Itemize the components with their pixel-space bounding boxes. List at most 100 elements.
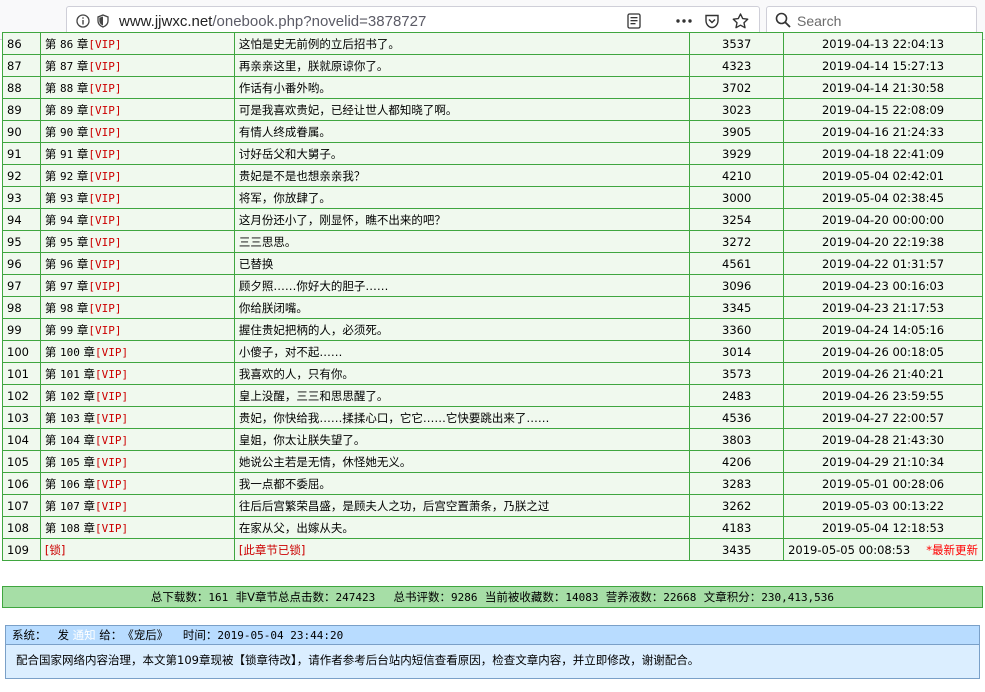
reader-view-icon[interactable] [625,12,643,30]
chapter-label[interactable]: 第 96 章[VIP] [39,252,235,275]
chapter-title[interactable]: 握住贵妃把柄的人，必须死。 [233,318,691,341]
chapter-title[interactable]: 已替换 [233,252,691,275]
chapter-word-count: 4536 [689,406,785,429]
chapter-label[interactable]: 第 93 章[VIP] [39,186,235,209]
chapter-label[interactable]: 第 100 章[VIP] [39,340,235,363]
chapter-title[interactable]: 再亲亲这里，朕就原谅你了。 [233,54,691,77]
chapter-label[interactable]: 第 101 章[VIP] [39,362,235,385]
more-actions-icon[interactable] [675,12,693,30]
chapter-index: 104 [2,428,41,451]
chapter-row: 93 第 93 章[VIP] 将军，你放肆了。 3000 2019-05-04 02:3… [2,186,983,209]
vip-tag[interactable]: [VIP] [88,214,121,227]
locked-chapter-title[interactable]: [此章节已锁] [233,538,691,561]
chapter-label[interactable]: 第 94 章[VIP] [39,208,235,231]
vip-tag[interactable]: [VIP] [88,192,121,205]
chapter-label[interactable]: 第 88 章[VIP] [39,76,235,99]
chapter-label[interactable]: 第 99 章[VIP] [39,318,235,341]
chapter-title[interactable]: 将军，你放肆了。 [233,186,691,209]
chapter-title[interactable]: 小傻子，对不起…… [233,340,691,363]
vip-tag[interactable]: [VIP] [88,38,121,51]
chapter-title[interactable]: 可是我喜欢贵妃，已经让世人都知晓了啊。 [233,98,691,121]
vip-tag[interactable]: [VIP] [95,368,128,381]
chapter-row: 102 第 102 章[VIP] 皇上没醒，三三和思思醒了。 2483 2019-04-… [2,384,983,407]
chapter-index: 101 [2,362,41,385]
chapter-title[interactable]: 有情人终成眷属。 [233,120,691,143]
chapter-word-count-text: 4183 [722,520,752,535]
chapter-label[interactable]: 第 102 章[VIP] [39,384,235,407]
permissions-icon[interactable] [95,13,111,29]
info-icon[interactable] [75,13,91,29]
chapter-index: 103 [2,406,41,429]
chapter-title[interactable]: 在家从父，出嫁从夫。 [233,516,691,539]
chapter-title[interactable]: 讨好岳父和大舅子。 [233,142,691,165]
vip-tag[interactable]: [VIP] [88,104,121,117]
vip-tag[interactable]: [VIP] [88,280,121,293]
vip-tag[interactable]: [VIP] [88,148,121,161]
vip-tag[interactable]: [VIP] [88,126,121,139]
chapter-title[interactable]: 我一点都不委屈。 [233,472,691,495]
vip-tag[interactable]: [VIP] [88,302,121,315]
chapter-label[interactable]: 第 97 章[VIP] [39,274,235,297]
pocket-icon[interactable] [703,12,721,30]
vip-tag[interactable]: [VIP] [95,456,128,469]
chapter-suffix: 章 [76,278,89,293]
chapter-label[interactable]: 第 103 章[VIP] [39,406,235,429]
chapter-suffix: 章 [76,58,89,73]
vip-tag[interactable]: [VIP] [88,324,121,337]
vip-tag[interactable]: [VIP] [88,258,121,271]
downloads-label: 总下载数： [150,590,209,604]
chapter-title[interactable]: 我喜欢的人，只有你。 [233,362,691,385]
chapter-number: 88 [60,81,74,95]
chapter-label[interactable]: 第 105 章[VIP] [39,450,235,473]
chapter-number: 99 [60,323,74,337]
chapter-index-text: 91 [7,146,22,161]
vip-tag[interactable]: [VIP] [95,478,128,491]
chapter-title[interactable]: 皇姐，你太让朕失望了。 [233,428,691,451]
vip-tag[interactable]: [VIP] [95,390,128,403]
chapter-word-count: 3345 [689,296,785,319]
chapter-title[interactable]: 你给朕闭嘴。 [233,296,691,319]
chapter-title-text: 往后后宫繁荣昌盛，是顾夫人之功，后宫空置萧条，乃朕之过 [238,498,550,513]
locked-chapter-label[interactable]: [锁] [39,538,235,561]
chapter-title[interactable]: 作话有小番外哟。 [233,76,691,99]
chapter-label[interactable]: 第 106 章[VIP] [39,472,235,495]
chapter-label[interactable]: 第 107 章[VIP] [39,494,235,517]
chapter-title[interactable]: 皇上没醒，三三和思思醒了。 [233,384,691,407]
vip-tag[interactable]: [VIP] [88,236,121,249]
chapter-label[interactable]: 第 98 章[VIP] [39,296,235,319]
chapter-label[interactable]: 第 87 章[VIP] [39,54,235,77]
chapter-label[interactable]: 第 86 章[VIP] [39,32,235,55]
chapter-title[interactable]: 她说公主若是无情，休怪她无义。 [233,450,691,473]
search-input[interactable]: Search [797,13,841,29]
chapter-title[interactable]: 这怕是史无前例的立后招书了。 [233,32,691,55]
vip-tag[interactable]: [VIP] [95,500,128,513]
chapter-label[interactable]: 第 108 章[VIP] [39,516,235,539]
url-text[interactable]: www.jjwxc.net/onebook.php?novelid=387872… [119,13,426,30]
chapter-title[interactable]: 往后后宫繁荣昌盛，是顾夫人之功，后宫空置萧条，乃朕之过 [233,494,691,517]
chapter-title[interactable]: 这月份还小了，刚显怀，瞧不出来的吧？ [233,208,691,231]
vip-tag[interactable]: [VIP] [95,412,128,425]
vip-tag[interactable]: [VIP] [88,82,121,95]
chapter-label[interactable]: 第 91 章[VIP] [39,142,235,165]
chapter-publish-time: 2019-04-26 21:40:21 [783,362,983,385]
vip-tag[interactable]: [VIP] [95,346,128,359]
chapter-label[interactable]: 第 89 章[VIP] [39,98,235,121]
chapter-index-text: 96 [7,256,22,271]
chapter-label[interactable]: 第 104 章[VIP] [39,428,235,451]
chapter-title[interactable]: 贵妃，你快给我……揉揉心口，它它……它快要跳出来了…… [233,406,691,429]
chapter-word-count: 4206 [689,450,785,473]
chapter-title[interactable]: 顾夕照……你好大的胆子…… [233,274,691,297]
chapter-label[interactable]: 第 95 章[VIP] [39,230,235,253]
vip-tag[interactable]: [VIP] [95,522,128,535]
chapter-title[interactable]: 贵妃是不是也想亲亲我？ [233,164,691,187]
chapter-title[interactable]: 三三思思。 [233,230,691,253]
chapter-table: 86 第 86 章[VIP] 这怕是史无前例的立后招书了。 3537 2019-04-1… [2,32,983,561]
chapter-label[interactable]: 第 90 章[VIP] [39,120,235,143]
vip-tag[interactable]: [VIP] [88,60,121,73]
vip-tag[interactable]: [VIP] [95,434,128,447]
vip-tag[interactable]: [VIP] [88,170,121,183]
bookmark-star-icon[interactable] [731,12,749,30]
chapter-label[interactable]: 第 92 章[VIP] [39,164,235,187]
notice-notify-link[interactable]: 通知 [73,627,96,643]
chapter-index-text: 105 [7,454,29,469]
